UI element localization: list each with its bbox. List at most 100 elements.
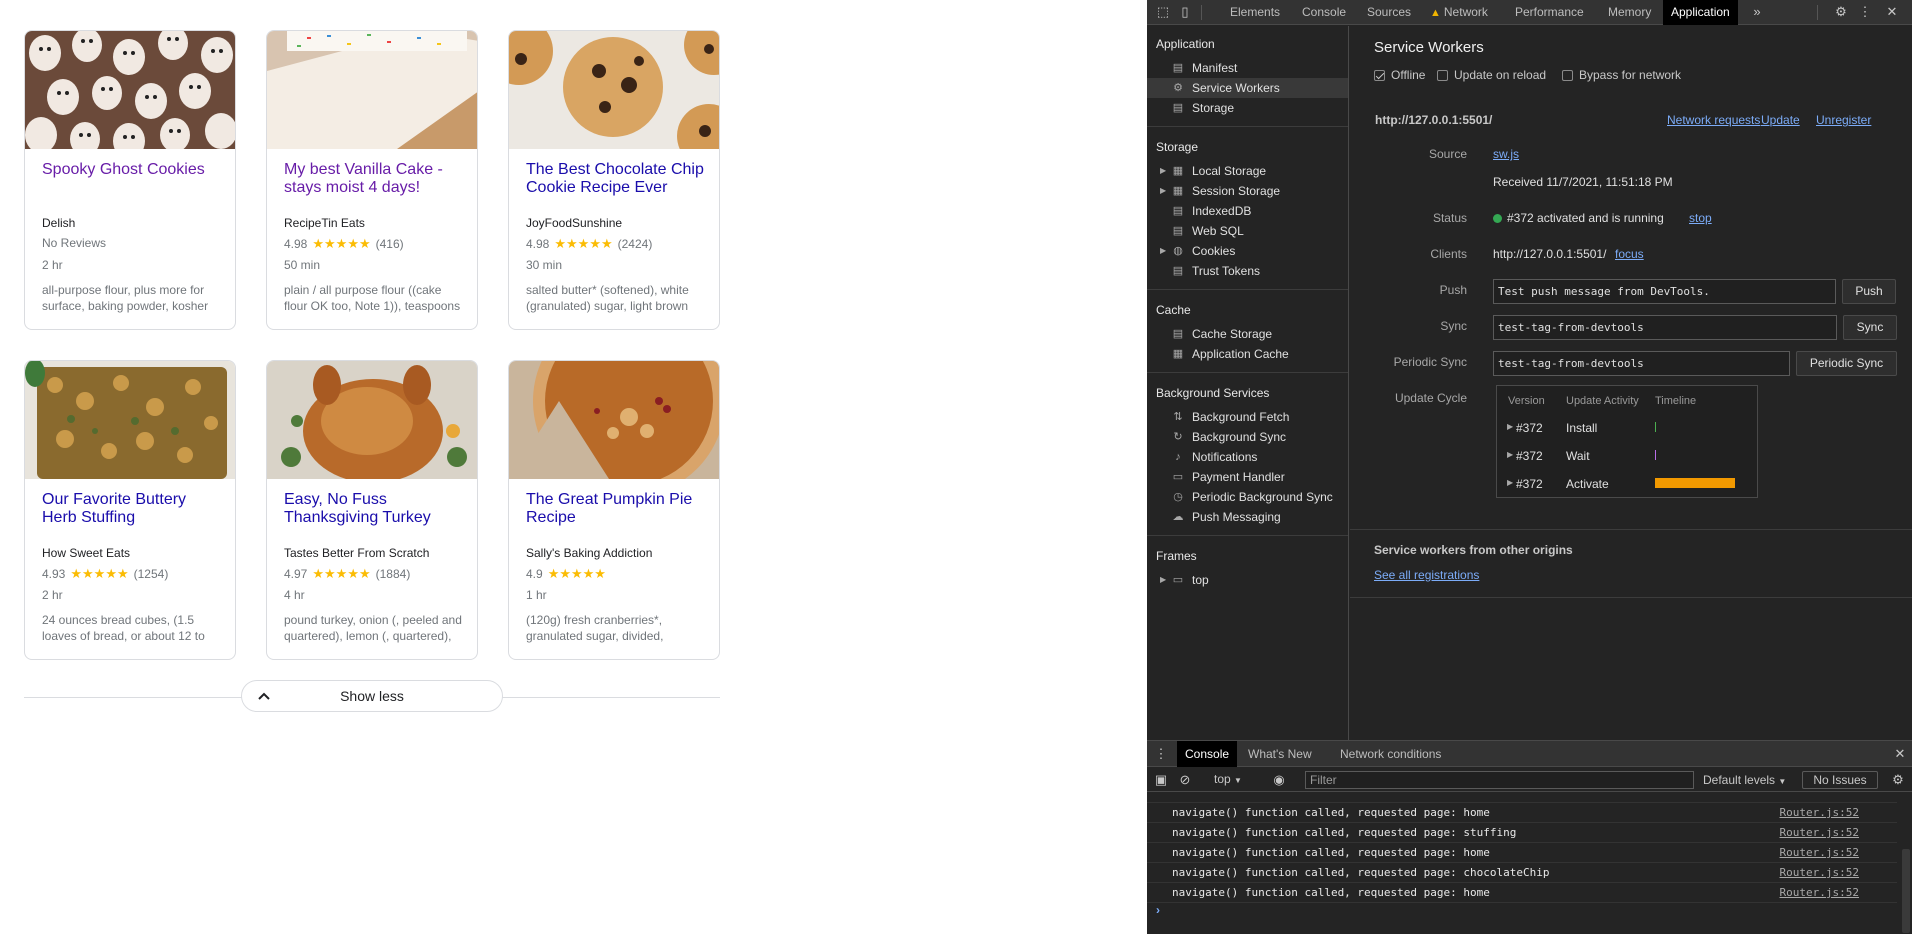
expand-arrow-icon[interactable]: ▶: [1507, 478, 1513, 487]
recipe-image-pumpkin-pie: [509, 361, 719, 479]
sync-input[interactable]: test-tag-from-devtools: [1493, 315, 1837, 340]
tab-network[interactable]: ▲ Network: [1430, 0, 1488, 25]
gear-icon[interactable]: ⚙: [1833, 4, 1849, 20]
source-link[interactable]: Router.js:52: [1780, 883, 1859, 903]
tab-memory[interactable]: Memory: [1608, 0, 1651, 25]
recipe-card[interactable]: Easy, No Fuss Thanksgiving Turkey Tastes…: [266, 360, 478, 660]
checkbox-icon: [1437, 69, 1448, 81]
recipe-title[interactable]: The Best Chocolate Chip Cookie Recipe Ev…: [526, 161, 707, 197]
sw-origin: http://127.0.0.1:5501/: [1375, 113, 1493, 127]
source-link[interactable]: Router.js:52: [1780, 823, 1859, 843]
recipe-title[interactable]: The Great Pumpkin Pie Recipe: [526, 491, 707, 527]
console-prompt-icon[interactable]: ›: [1156, 903, 1160, 917]
tab-network-conditions[interactable]: Network conditions: [1340, 741, 1441, 767]
tab-application[interactable]: Application: [1663, 0, 1738, 25]
tab-console-drawer[interactable]: Console: [1177, 741, 1238, 767]
recipe-title[interactable]: Our Favorite Buttery Herb Stuffing: [42, 491, 223, 527]
kebab-menu-icon[interactable]: ⋮: [1857, 4, 1873, 20]
sidebar-item-trust-tokens[interactable]: ▤ Trust Tokens: [1147, 261, 1348, 281]
update-on-reload-checkbox[interactable]: Update on reload: [1437, 68, 1546, 82]
sidebar-item-web-sql[interactable]: ▤ Web SQL: [1147, 221, 1348, 241]
recipe-card[interactable]: My best Vanilla Cake - stays moist 4 day…: [266, 30, 478, 330]
sidebar-item-application-cache[interactable]: ▦ Application Cache: [1147, 344, 1348, 364]
close-icon[interactable]: ✕: [1892, 746, 1908, 762]
recipe-card[interactable]: The Great Pumpkin Pie Recipe Sally's Bak…: [508, 360, 720, 660]
context-selector[interactable]: top ▼: [1214, 772, 1242, 786]
sync-button[interactable]: Sync: [1843, 315, 1897, 340]
sidebar-item-cache-storage[interactable]: ▤ Cache Storage: [1147, 324, 1348, 344]
recipe-title[interactable]: Easy, No Fuss Thanksgiving Turkey: [284, 491, 465, 527]
sidebar-item-manifest[interactable]: ▤ Manifest: [1147, 58, 1348, 78]
gear-icon[interactable]: ⚙: [1890, 772, 1906, 788]
issues-button[interactable]: No Issues: [1802, 771, 1878, 789]
sidebar-item-service-workers[interactable]: ⚙ Service Workers: [1147, 78, 1348, 98]
stop-link[interactable]: stop: [1689, 211, 1712, 225]
offline-checkbox[interactable]: Offline: [1374, 68, 1425, 82]
recipe-card[interactable]: Our Favorite Buttery Herb Stuffing How S…: [24, 360, 236, 660]
bypass-for-network-checkbox[interactable]: Bypass for network: [1562, 68, 1681, 82]
sidebar-item-label: Periodic Background Sync: [1192, 490, 1333, 504]
tab-whats-new[interactable]: What's New: [1248, 741, 1312, 767]
tab-elements[interactable]: Elements: [1230, 0, 1280, 25]
source-link[interactable]: Router.js:52: [1780, 863, 1859, 883]
see-all-registrations-link[interactable]: See all registrations: [1374, 568, 1479, 582]
sidebar-item-periodic-background-sync[interactable]: ◷ Periodic Background Sync: [1147, 487, 1348, 507]
log-levels-label: Default levels: [1703, 773, 1776, 787]
recipe-card[interactable]: Spooky Ghost Cookies Delish No Reviews 2…: [24, 30, 236, 330]
focus-link[interactable]: focus: [1615, 247, 1644, 261]
sidebar-header-application: Application: [1156, 37, 1215, 51]
expand-arrow-icon[interactable]: ▶: [1160, 181, 1166, 201]
sidebar-toggle-icon[interactable]: ▣: [1153, 772, 1169, 788]
recipe-card[interactable]: The Best Chocolate Chip Cookie Recipe Ev…: [508, 30, 720, 330]
table-row[interactable]: ▶ #372 Install: [1497, 416, 1757, 442]
sidebar-item-frame-top[interactable]: ▶ ▭ top: [1147, 570, 1348, 590]
filter-input[interactable]: Filter: [1305, 771, 1694, 789]
recipe-image-vanilla-cake: [267, 31, 477, 149]
sidebar-item-cookies[interactable]: ▶ ◍ Cookies: [1147, 241, 1348, 261]
tab-console[interactable]: Console: [1302, 0, 1346, 25]
tab-performance[interactable]: Performance: [1515, 0, 1584, 25]
recipe-title[interactable]: My best Vanilla Cake - stays moist 4 day…: [284, 161, 465, 197]
push-input[interactable]: Test push message from DevTools.: [1493, 279, 1836, 304]
push-button[interactable]: Push: [1842, 279, 1896, 304]
sidebar-divider: [1147, 126, 1348, 127]
log-levels-dropdown[interactable]: Default levels ▼: [1703, 773, 1786, 787]
review-count: (416): [375, 237, 404, 251]
sidebar-item-notifications[interactable]: ♪ Notifications: [1147, 447, 1348, 467]
table-row[interactable]: ▶ #372 Wait: [1497, 444, 1757, 470]
sidebar-item-indexeddb[interactable]: ▤ IndexedDB: [1147, 201, 1348, 221]
eye-icon[interactable]: ◉: [1271, 772, 1287, 788]
source-link[interactable]: Router.js:52: [1780, 803, 1859, 823]
console-scrollbar[interactable]: [1902, 849, 1910, 933]
sidebar-item-session-storage[interactable]: ▶ ▦ Session Storage: [1147, 181, 1348, 201]
update-link[interactable]: Update: [1761, 113, 1800, 127]
inspect-element-icon[interactable]: ⬚: [1155, 4, 1171, 20]
sidebar-item-background-fetch[interactable]: ⇅ Background Fetch: [1147, 407, 1348, 427]
sidebar-item-local-storage[interactable]: ▶ ▦ Local Storage: [1147, 161, 1348, 181]
sidebar-item-push-messaging[interactable]: ☁ Push Messaging: [1147, 507, 1348, 527]
kebab-menu-icon[interactable]: ⋮: [1153, 746, 1169, 762]
expand-arrow-icon[interactable]: ▶: [1507, 422, 1513, 431]
expand-arrow-icon[interactable]: ▶: [1160, 161, 1166, 181]
show-less-button[interactable]: Show less: [241, 680, 503, 712]
expand-arrow-icon[interactable]: ▶: [1160, 241, 1166, 261]
source-link[interactable]: Router.js:52: [1780, 843, 1859, 863]
periodic-sync-input[interactable]: test-tag-from-devtools: [1493, 351, 1790, 376]
star-icons: ★★★★★: [554, 236, 613, 251]
periodic-sync-button[interactable]: Periodic Sync: [1796, 351, 1897, 376]
sidebar-item-background-sync[interactable]: ↻ Background Sync: [1147, 427, 1348, 447]
source-file-link[interactable]: sw.js: [1493, 147, 1519, 161]
table-row[interactable]: ▶ #372 Activate: [1497, 472, 1757, 498]
expand-arrow-icon[interactable]: ▶: [1160, 570, 1166, 590]
tab-sources[interactable]: Sources: [1367, 0, 1411, 25]
more-tabs-icon[interactable]: »: [1749, 4, 1765, 20]
sidebar-item-storage[interactable]: ▤ Storage: [1147, 98, 1348, 118]
close-icon[interactable]: ✕: [1884, 4, 1900, 20]
device-toolbar-icon[interactable]: ▯: [1177, 4, 1193, 20]
unregister-link[interactable]: Unregister: [1816, 113, 1871, 127]
sidebar-item-payment-handler[interactable]: ▭ Payment Handler: [1147, 467, 1348, 487]
network-requests-link[interactable]: Network requests: [1667, 113, 1760, 127]
expand-arrow-icon[interactable]: ▶: [1507, 450, 1513, 459]
clear-console-icon[interactable]: ⊘: [1177, 772, 1193, 788]
recipe-title[interactable]: Spooky Ghost Cookies: [42, 161, 223, 179]
